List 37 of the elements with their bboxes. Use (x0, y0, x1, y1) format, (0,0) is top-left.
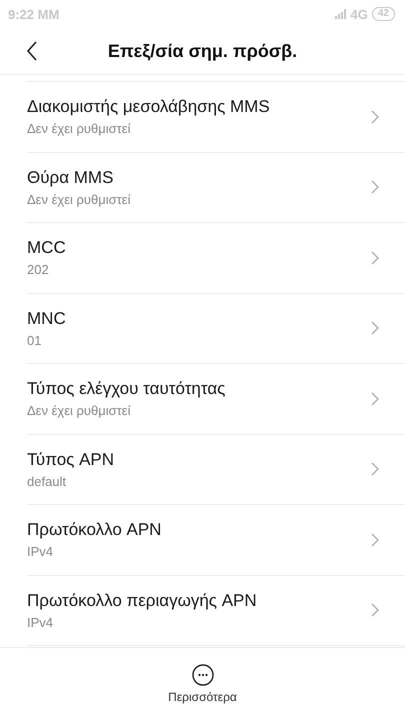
setting-value: default (27, 474, 68, 489)
settings-item[interactable]: MCC 202 (27, 223, 405, 294)
setting-title: MCC (27, 238, 67, 258)
setting-title: Τύπος ελέγχου ταυτότητας (27, 379, 226, 400)
settings-item[interactable]: Θύρα MMS Δεν έχει ρυθμιστεί (27, 152, 405, 223)
setting-title: MNC (27, 308, 67, 329)
settings-item[interactable]: Τύπος APN default (27, 434, 405, 505)
chevron-icon (371, 603, 379, 618)
chevron-icon (371, 462, 379, 476)
settings-item[interactable]: Τύπος ελέγχου ταυτότητας Δεν έχει ρυθμιστεί (27, 364, 405, 434)
setting-value: IPv4 (27, 544, 54, 560)
settings-item[interactable]: Διακομιστής μεσολάβησης MMS Δεν έχει ρυθμιστεί (27, 82, 405, 152)
setting-value: Δεν έχει ρυθμιστεί (27, 121, 132, 136)
chevron-icon (371, 180, 379, 194)
settings-item[interactable]: Πρωτόκολλο APN IPv4 (27, 505, 405, 576)
signal-icon (334, 9, 347, 19)
settings-item[interactable]: MNC 01 (27, 294, 405, 364)
setting-value: 202 (27, 262, 50, 278)
chevron-icon (371, 321, 379, 336)
chevron-icon (371, 392, 379, 406)
back-button[interactable] (26, 41, 38, 61)
setting-title: Πρωτόκολλο APN (27, 520, 162, 540)
setting-value: IPv4 (27, 614, 54, 630)
setting-title: Διακομιστής μεσολάβησης MMS (27, 97, 271, 118)
setting-value: Δεν έχει ρυθμιστεί (27, 192, 132, 207)
page-title: Επεξ/σία σημ. πρόσβ. (108, 40, 298, 62)
setting-title: Πρωτόκολλο περιαγωγής APN (27, 590, 258, 611)
setting-value: 01 (27, 332, 42, 348)
more-button[interactable] (192, 664, 214, 686)
chevron-icon (371, 110, 379, 124)
chevron-icon (371, 250, 379, 265)
more-label: Περισσότερα (168, 690, 237, 704)
chevron-icon (371, 532, 379, 547)
settings-item[interactable]: Πρωτόκολλο περιαγωγής APN IPv4 (27, 576, 405, 646)
setting-value: Δεν έχει ρυθμιστεί (27, 403, 132, 418)
setting-title: Θύρα MMS (27, 168, 114, 188)
setting-title: Τύπος APN (27, 450, 116, 470)
